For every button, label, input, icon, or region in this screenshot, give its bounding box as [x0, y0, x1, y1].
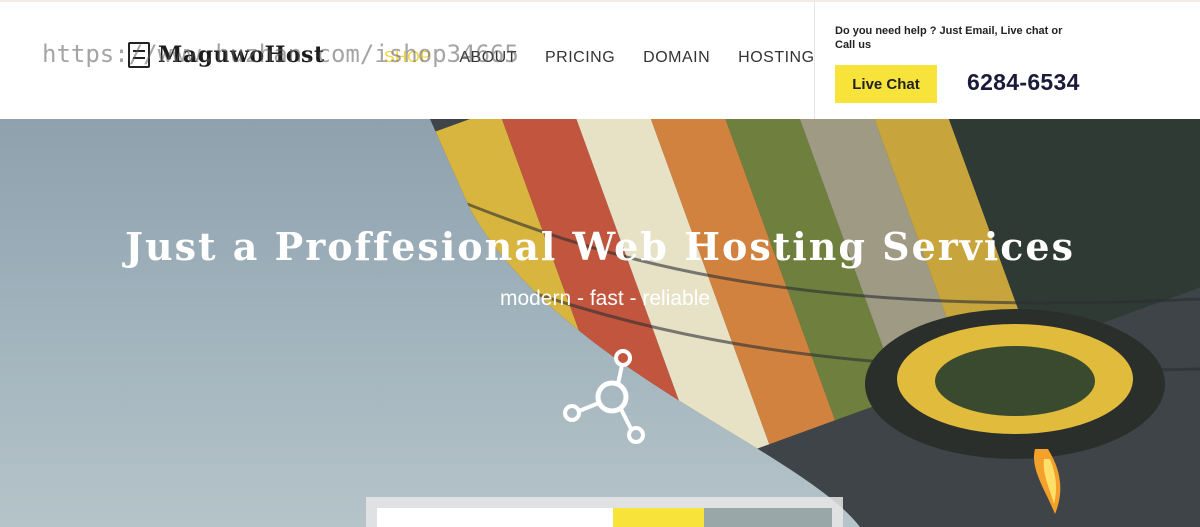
domain-extension-select[interactable] [704, 508, 832, 527]
nav-item-about[interactable]: ABOUT [459, 49, 517, 67]
hero-subtitle: modern - fast - reliable [499, 287, 711, 310]
nav-item-pricing[interactable]: PRICING [545, 49, 615, 67]
domain-search-input[interactable] [377, 508, 613, 527]
site-header: MaguwoHost SHOP ABOUT PRICING DOMAIN HOS… [0, 0, 1200, 121]
hero-banner: Just a Proffesional Web Hosting Services… [0, 119, 1200, 527]
phone-number: 6284-6534 [967, 69, 1080, 95]
nav-item-domain[interactable]: DOMAIN [643, 49, 710, 67]
domain-search-bar [366, 497, 843, 527]
nav-item-hosting[interactable]: HOSTING [738, 49, 814, 67]
hot-air-balloon-image [430, 119, 1200, 527]
live-chat-button[interactable]: Live Chat [835, 65, 937, 103]
logo-text: MaguwoHost [158, 42, 325, 68]
nav-item-shop[interactable]: SHOP [384, 49, 431, 67]
hero-title: Just a Proffesional Web Hosting Services [124, 224, 1075, 269]
logo[interactable]: MaguwoHost [128, 42, 325, 68]
main-nav: SHOP ABOUT PRICING DOMAIN HOSTING [384, 49, 815, 67]
help-panel: Do you need help ? Just Email, Live chat… [814, 2, 1200, 121]
help-text: Do you need help ? Just Email, Live chat… [835, 25, 1063, 51]
domain-search-button[interactable] [613, 508, 704, 527]
server-icon [128, 42, 150, 68]
share-network-icon [563, 349, 645, 444]
